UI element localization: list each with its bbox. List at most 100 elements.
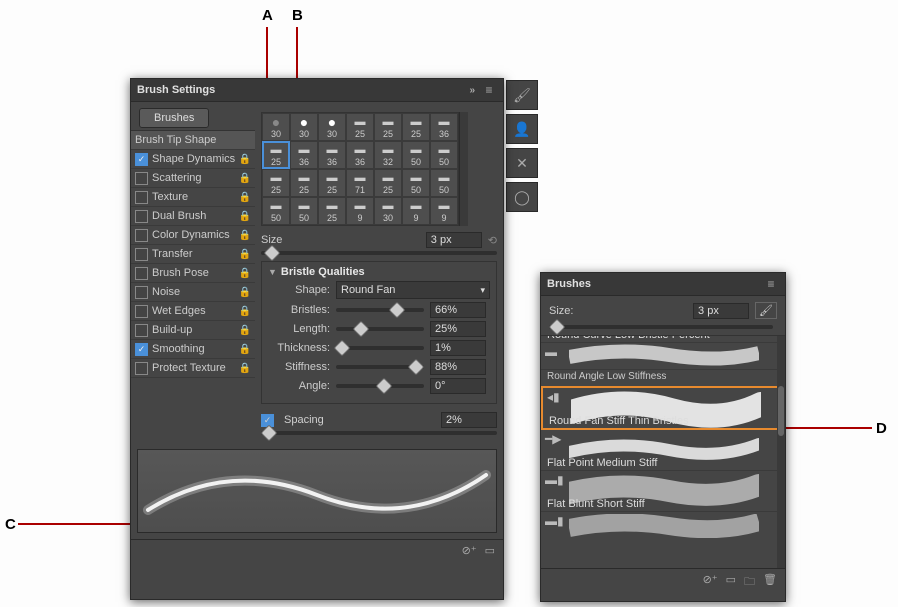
stroke-list-scrollbar[interactable] (777, 336, 785, 568)
angle-value[interactable]: 0° (430, 378, 486, 394)
stiffness-value[interactable]: 88% (430, 359, 486, 375)
opt-wet-edges[interactable]: Wet Edges🔒 (131, 302, 255, 321)
delete-brush-icon[interactable]: 🗑 (763, 573, 777, 592)
opt-scattering[interactable]: Scattering🔒 (131, 169, 255, 188)
brush-tip-thumb[interactable]: ▬25 (262, 169, 290, 197)
toggle-preview-icon[interactable]: 🖌 (755, 302, 777, 319)
opt-texture[interactable]: Texture🔒 (131, 188, 255, 207)
new-group-icon[interactable]: 🗀 (744, 573, 755, 592)
checkbox-icon[interactable]: ✓ (135, 153, 148, 166)
checkbox-icon[interactable] (135, 191, 148, 204)
create-brush-icon[interactable]: ▭ (485, 544, 495, 557)
size-slider[interactable] (261, 251, 497, 255)
brush-tip-thumb[interactable]: ▬36 (346, 141, 374, 169)
brush-tip-thumb[interactable]: ▬30 (374, 197, 402, 225)
reset-size-icon[interactable]: ⟲ (488, 234, 497, 247)
section-caret-icon[interactable]: ▼ (268, 267, 277, 277)
brush-tip-thumb[interactable]: ▬50 (262, 197, 290, 225)
collapse-icon[interactable]: » (469, 85, 475, 96)
opt-smoothing[interactable]: ✓Smoothing🔒 (131, 340, 255, 359)
brush-tip-thumb[interactable]: ▬25 (290, 169, 318, 197)
checkbox-icon[interactable] (135, 267, 148, 280)
new-preset-icon[interactable]: ⊘⁺ (462, 544, 477, 557)
brush-tip-thumb[interactable]: ▬50 (402, 169, 430, 197)
stiffness-slider[interactable] (336, 365, 424, 369)
brush-tip-thumb[interactable]: ▬36 (430, 113, 458, 141)
brush-tip-thumb[interactable]: ▬50 (402, 141, 430, 169)
brush-tip-thumb[interactable]: ▬36 (318, 141, 346, 169)
checkbox-icon[interactable] (135, 305, 148, 318)
stroke-row[interactable]: ▬▮ Flat Blunt Short Stiff (541, 471, 785, 512)
brush-stroke-list[interactable]: Round Curve Low Bristle Percent ▬ Round … (541, 335, 785, 568)
opt-color-dynamics[interactable]: Color Dynamics🔒 (131, 226, 255, 245)
brush-tip-thumb[interactable]: ▬25 (374, 113, 402, 141)
opt-brush-tip-shape[interactable]: Brush Tip Shape (131, 131, 255, 150)
length-slider[interactable] (336, 327, 424, 331)
tool-cc-icon[interactable]: ◯ (506, 182, 538, 212)
brush-tip-thumb[interactable]: ▬9 (402, 197, 430, 225)
brush-tip-thumb[interactable]: ▬36 (290, 141, 318, 169)
tool-brush-icon[interactable]: 🖌 (506, 80, 538, 110)
angle-slider[interactable] (336, 384, 424, 388)
lock-icon[interactable]: 🔒 (239, 287, 251, 298)
spacing-value[interactable]: 2% (441, 412, 497, 428)
lock-icon[interactable]: 🔒 (239, 268, 251, 279)
brush-tip-thumb[interactable]: ▬9 (346, 197, 374, 225)
opt-build-up[interactable]: Build-up🔒 (131, 321, 255, 340)
tool-tools-icon[interactable]: ✕ (506, 148, 538, 178)
opt-brush-pose[interactable]: Brush Pose🔒 (131, 264, 255, 283)
lock-icon[interactable]: 🔒 (239, 230, 251, 241)
opt-transfer[interactable]: Transfer🔒 (131, 245, 255, 264)
brush-tip-thumb[interactable]: ●30 (262, 113, 290, 141)
lock-icon[interactable]: 🔒 (239, 211, 251, 222)
brush-tip-thumb[interactable]: ●30 (290, 113, 318, 141)
checkbox-icon[interactable] (135, 248, 148, 261)
brush-tip-thumb[interactable]: ▬50 (430, 141, 458, 169)
brushes-button[interactable]: Brushes (139, 108, 209, 128)
checkbox-icon[interactable] (135, 229, 148, 242)
opt-noise[interactable]: Noise🔒 (131, 283, 255, 302)
checkbox-icon[interactable] (135, 362, 148, 375)
brush-tip-thumb[interactable]: ▬32 (374, 141, 402, 169)
brush-tip-thumb[interactable]: ▬25 (318, 169, 346, 197)
lock-icon[interactable]: 🔒 (239, 192, 251, 203)
size-value[interactable]: 3 px (426, 232, 482, 248)
length-value[interactable]: 25% (430, 321, 486, 337)
lock-icon[interactable]: 🔒 (239, 363, 251, 374)
brush-tip-thumb[interactable]: ▬25 (374, 169, 402, 197)
panel-menu-icon[interactable]: ≡ (481, 83, 497, 97)
brush-tip-thumb[interactable]: ▬25 (346, 113, 374, 141)
brush-tip-thumb[interactable]: ▬25 (318, 197, 346, 225)
lock-icon[interactable]: 🔒 (239, 249, 251, 260)
checkbox-icon[interactable] (135, 210, 148, 223)
grid-scrollbar[interactable] (459, 112, 468, 226)
stroke-preview-row[interactable]: ▬ (541, 343, 785, 370)
brush-tip-thumb[interactable]: ▬25 (402, 113, 430, 141)
stroke-row[interactable]: ━▶ Flat Point Medium Stiff (541, 430, 785, 471)
stroke-row[interactable]: Round Curve Low Bristle Percent (541, 335, 785, 343)
lock-icon[interactable]: 🔒 (239, 325, 251, 336)
checkbox-icon[interactable] (135, 286, 148, 299)
thickness-slider[interactable] (336, 346, 424, 350)
brushes-size-value[interactable]: 3 px (693, 303, 749, 319)
brush-tip-thumb[interactable]: ●30 (318, 113, 346, 141)
opt-dual-brush[interactable]: Dual Brush🔒 (131, 207, 255, 226)
checkbox-icon[interactable] (135, 172, 148, 185)
lock-icon[interactable]: 🔒 (239, 173, 251, 184)
spacing-slider[interactable] (261, 431, 497, 435)
thickness-value[interactable]: 1% (430, 340, 486, 356)
opt-shape-dynamics[interactable]: ✓Shape Dynamics 🔒 (131, 150, 255, 169)
brush-tip-thumb[interactable]: ▬9 (430, 197, 458, 225)
brushes-size-slider[interactable] (549, 325, 773, 329)
brush-tip-thumb[interactable]: ▬71 (346, 169, 374, 197)
checkbox-icon[interactable] (135, 324, 148, 337)
live-tip-preview-icon[interactable]: ⊘⁺ (703, 573, 718, 592)
brush-tip-thumb[interactable]: ▬50 (430, 169, 458, 197)
lock-icon[interactable]: 🔒 (239, 306, 251, 317)
bristles-value[interactable]: 66% (430, 302, 486, 318)
stroke-row-selected[interactable]: ◂▮ Round Fan Stiff Thin Bristles (541, 386, 785, 430)
brush-tip-grid[interactable]: ●30●30●30▬25▬25▬25▬36▬25▬36▬36▬36▬32▬50▬… (261, 112, 459, 226)
bristles-slider[interactable] (336, 308, 424, 312)
new-brush-icon[interactable]: ▭ (726, 573, 736, 592)
brushes-menu-icon[interactable]: ≡ (763, 277, 779, 291)
